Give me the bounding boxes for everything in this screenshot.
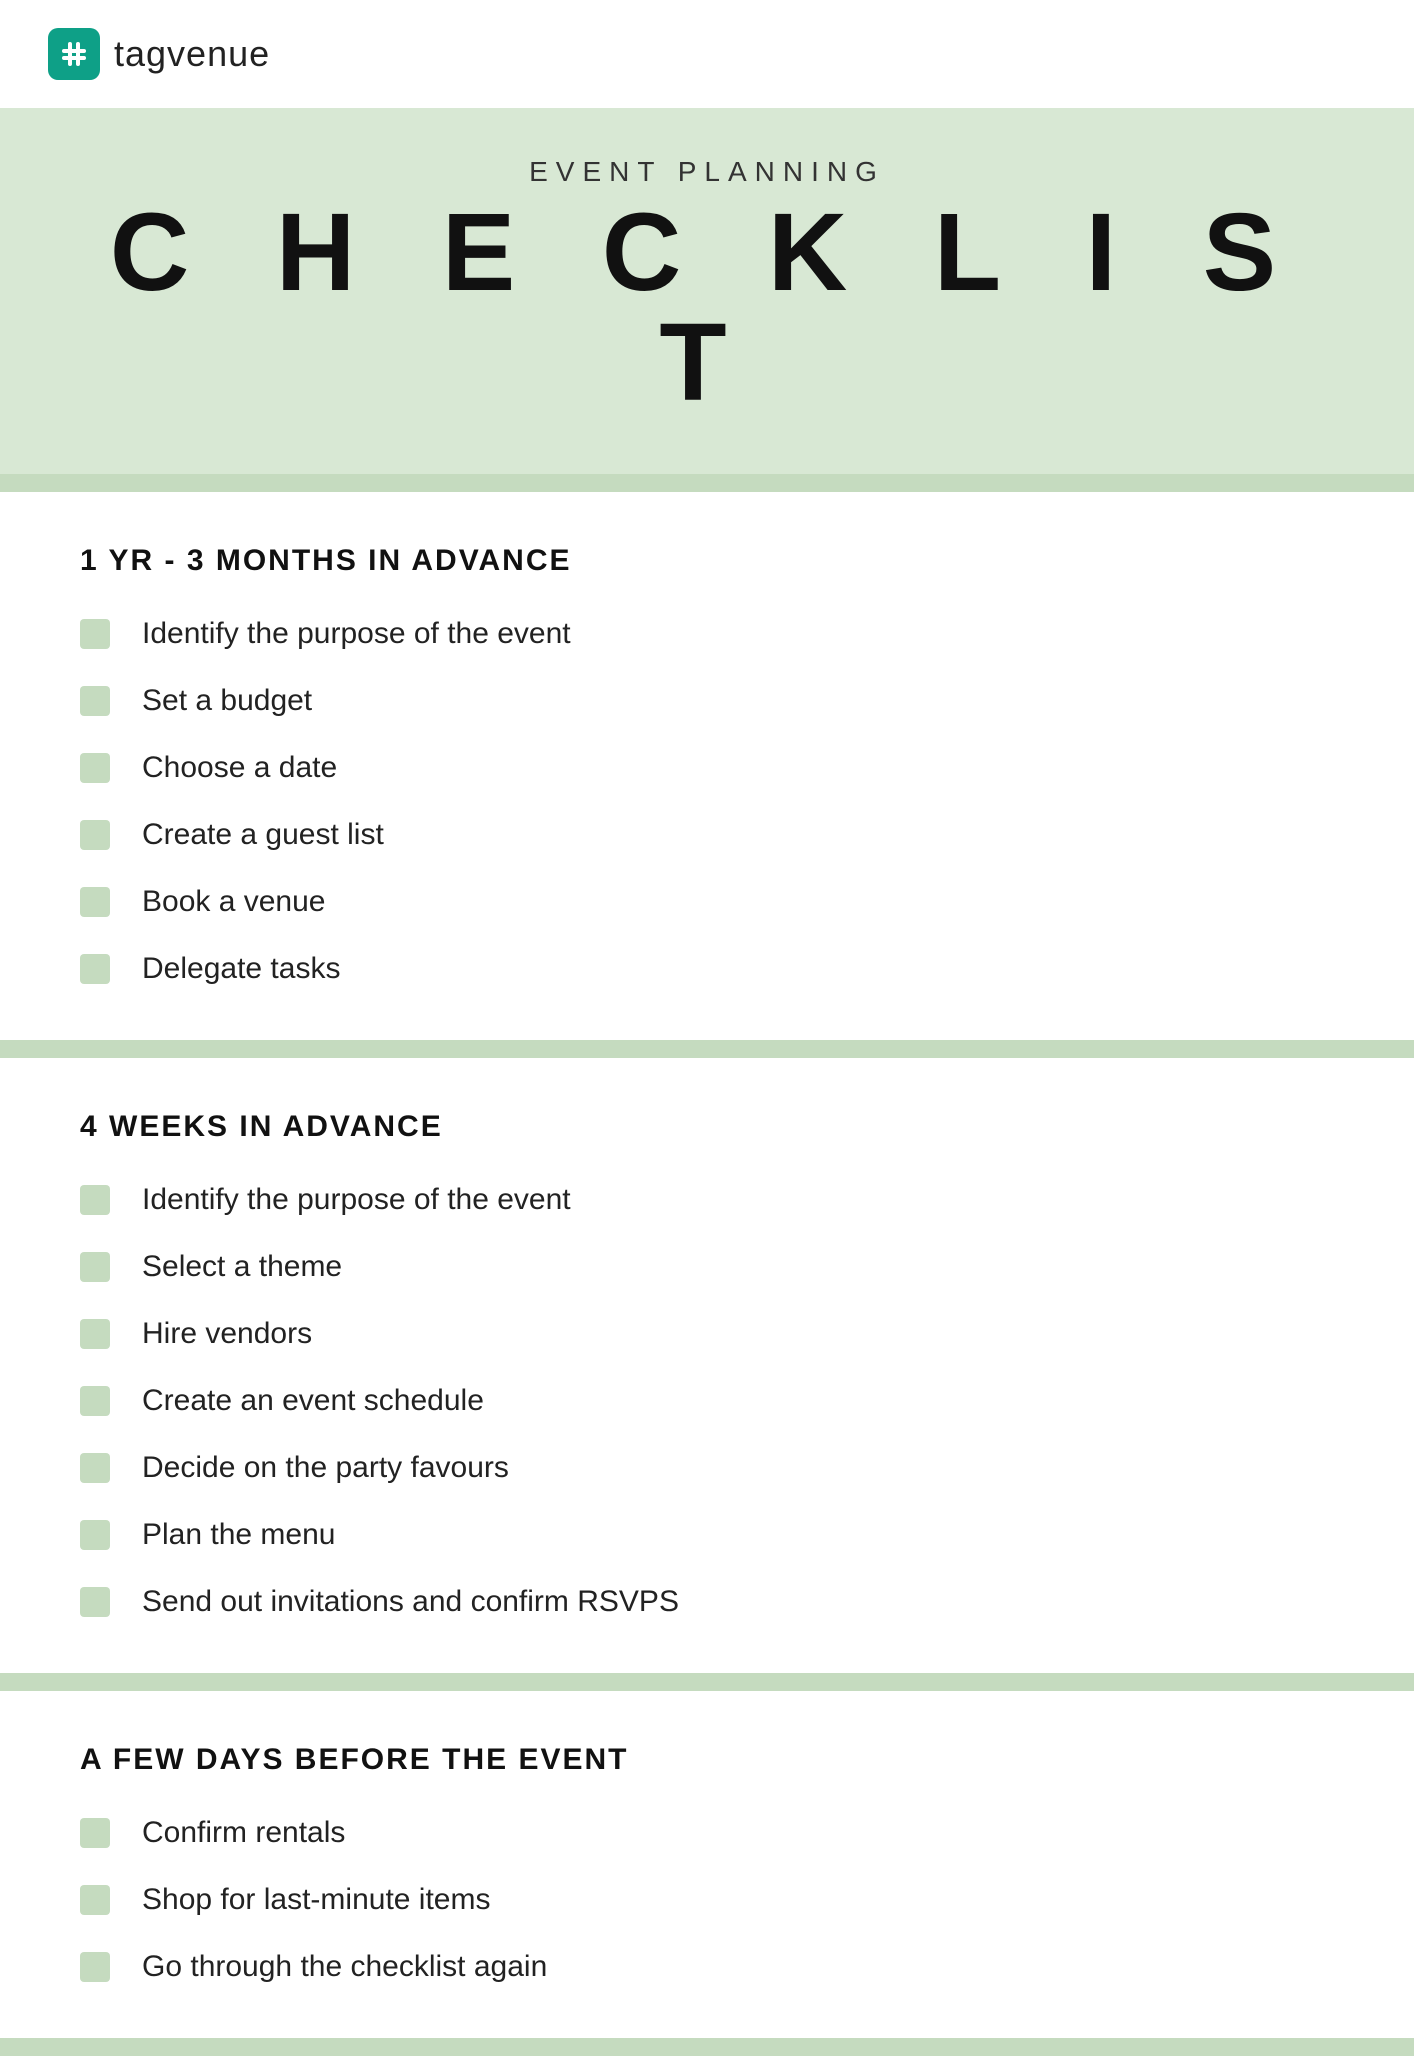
list-item: Choose a date	[80, 748, 1334, 787]
checkbox[interactable]	[80, 820, 110, 850]
list-item: Send out invitations and confirm RSVPS	[80, 1582, 1334, 1621]
section-1yr-title: 1 YR - 3 MONTHS IN ADVANCE	[80, 544, 1334, 578]
checkbox[interactable]	[80, 1319, 110, 1349]
item-text: Identify the purpose of the event	[142, 1180, 571, 1219]
list-item: Confirm rentals	[80, 1813, 1334, 1852]
item-text: Choose a date	[142, 748, 337, 787]
item-text: Select a theme	[142, 1247, 342, 1286]
list-item: Create an event schedule	[80, 1381, 1334, 1420]
item-text: Shop for last-minute items	[142, 1880, 490, 1919]
item-text: Go through the checklist again	[142, 1947, 547, 1986]
list-item: Book a venue	[80, 882, 1334, 921]
checkbox[interactable]	[80, 1885, 110, 1915]
checkbox[interactable]	[80, 1252, 110, 1282]
item-text: Delegate tasks	[142, 949, 340, 988]
list-item: Shop for last-minute items	[80, 1880, 1334, 1919]
list-item: Create a guest list	[80, 815, 1334, 854]
section-4weeks: 4 WEEKS IN ADVANCE Identify the purpose …	[0, 1058, 1414, 1673]
list-item: Hire vendors	[80, 1314, 1334, 1353]
checkbox[interactable]	[80, 1587, 110, 1617]
section-4weeks-checklist: Identify the purpose of the event Select …	[80, 1180, 1334, 1621]
list-item: Plan the menu	[80, 1515, 1334, 1554]
checkbox[interactable]	[80, 753, 110, 783]
checkbox[interactable]	[80, 1952, 110, 1982]
section-divider-bottom	[0, 2038, 1414, 2056]
section-1yr: 1 YR - 3 MONTHS IN ADVANCE Identify the …	[0, 492, 1414, 1040]
title-main: C H E C K L I S T	[48, 198, 1366, 418]
section-fewdays-checklist: Confirm rentals Shop for last-minute item…	[80, 1813, 1334, 1986]
title-banner: EVENT PLANNING C H E C K L I S T	[0, 108, 1414, 474]
item-text: Plan the menu	[142, 1515, 335, 1554]
checkbox[interactable]	[80, 1453, 110, 1483]
section-fewdays: A FEW DAYS BEFORE THE EVENT Confirm rent…	[0, 1691, 1414, 2038]
checkbox[interactable]	[80, 1520, 110, 1550]
section-fewdays-title: A FEW DAYS BEFORE THE EVENT	[80, 1743, 1334, 1777]
section-1yr-checklist: Identify the purpose of the event Set a b…	[80, 614, 1334, 988]
item-text: Create a guest list	[142, 815, 384, 854]
item-text: Create an event schedule	[142, 1381, 484, 1420]
section-divider-1	[0, 474, 1414, 492]
item-text: Set a budget	[142, 681, 312, 720]
section-divider-3	[0, 1673, 1414, 1691]
list-item: Identify the purpose of the event	[80, 614, 1334, 653]
checkbox[interactable]	[80, 887, 110, 917]
item-text: Send out invitations and confirm RSVPS	[142, 1582, 679, 1621]
list-item: Decide on the party favours	[80, 1448, 1334, 1487]
checkbox[interactable]	[80, 954, 110, 984]
checkbox[interactable]	[80, 1185, 110, 1215]
checkbox[interactable]	[80, 1818, 110, 1848]
logo-text: tagvenue	[114, 33, 270, 75]
item-text: Identify the purpose of the event	[142, 614, 571, 653]
checkbox[interactable]	[80, 686, 110, 716]
item-text: Hire vendors	[142, 1314, 312, 1353]
item-text: Book a venue	[142, 882, 325, 921]
item-text: Confirm rentals	[142, 1813, 345, 1852]
list-item: Identify the purpose of the event	[80, 1180, 1334, 1219]
list-item: Delegate tasks	[80, 949, 1334, 988]
checkbox[interactable]	[80, 619, 110, 649]
list-item: Go through the checklist again	[80, 1947, 1334, 1986]
list-item: Set a budget	[80, 681, 1334, 720]
list-item: Select a theme	[80, 1247, 1334, 1286]
section-divider-2	[0, 1040, 1414, 1058]
item-text: Decide on the party favours	[142, 1448, 509, 1487]
title-subtitle: EVENT PLANNING	[48, 156, 1366, 188]
logo-icon	[48, 28, 100, 80]
checkbox[interactable]	[80, 1386, 110, 1416]
logo-area: tagvenue	[0, 0, 1414, 108]
hash-icon	[58, 38, 90, 70]
section-4weeks-title: 4 WEEKS IN ADVANCE	[80, 1110, 1334, 1144]
